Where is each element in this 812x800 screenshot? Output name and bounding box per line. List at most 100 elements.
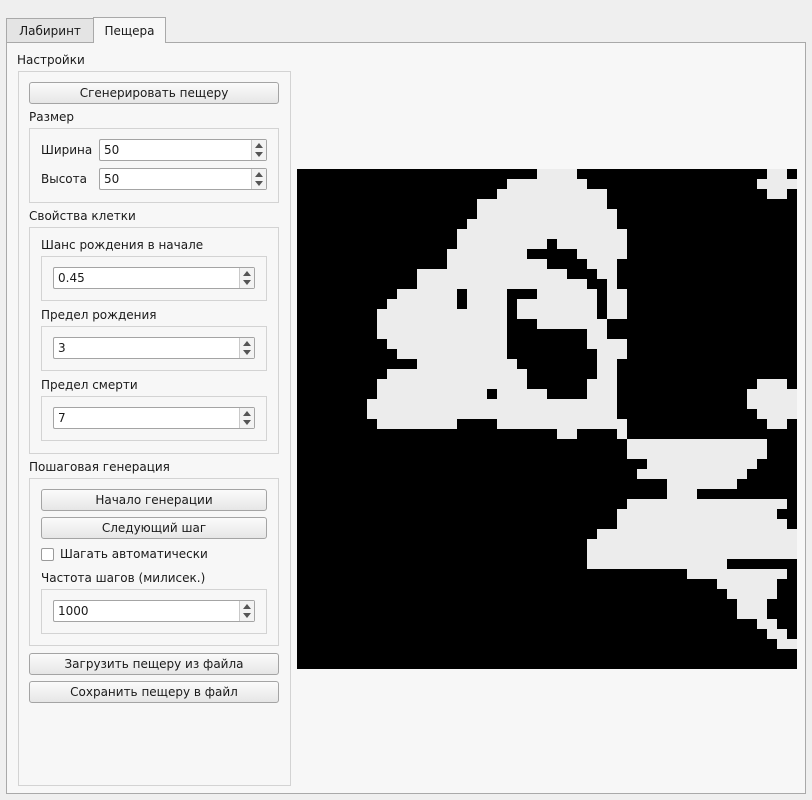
- spin-arrows[interactable]: [251, 169, 266, 189]
- spin-up-icon[interactable]: [243, 411, 251, 416]
- cave-cell: [537, 169, 547, 179]
- cave-cell: [767, 589, 777, 599]
- auto-step-label[interactable]: Шагать автоматически: [60, 547, 208, 561]
- step-frequency-spinbox[interactable]: 1000: [53, 600, 255, 622]
- cave-cell: [427, 359, 437, 369]
- cave-cell: [657, 439, 667, 449]
- cave-cell: [677, 519, 687, 529]
- cave-cell: [587, 219, 597, 229]
- spin-down-icon[interactable]: [243, 350, 251, 355]
- death-limit-spinbox[interactable]: 7: [53, 407, 255, 429]
- cave-cell: [487, 279, 497, 289]
- tab-maze[interactable]: Лабиринт: [6, 18, 94, 42]
- spin-arrows[interactable]: [239, 338, 254, 358]
- cave-cell: [597, 319, 607, 329]
- spin-up-icon[interactable]: [255, 143, 263, 148]
- cave-cell: [587, 329, 597, 339]
- spin-down-icon[interactable]: [255, 181, 263, 186]
- cave-cell: [717, 529, 727, 539]
- cave-cell: [487, 239, 497, 249]
- cave-cell: [427, 269, 437, 279]
- birth-chance-spinbox[interactable]: 0.45: [53, 267, 255, 289]
- cave-cell: [417, 419, 427, 429]
- cave-cell: [487, 219, 497, 229]
- height-spinbox[interactable]: 50: [99, 168, 267, 190]
- cave-cell: [737, 539, 747, 549]
- cave-cell: [417, 399, 427, 409]
- spin-down-icon[interactable]: [255, 152, 263, 157]
- cave-cell: [447, 319, 457, 329]
- cave-cell: [727, 469, 737, 479]
- cave-cell: [467, 369, 477, 379]
- cave-cell: [567, 219, 577, 229]
- load-cave-button[interactable]: Загрузить пещеру из файла: [29, 653, 279, 675]
- spin-down-icon[interactable]: [243, 613, 251, 618]
- cave-cell: [707, 459, 717, 469]
- cave-cell: [597, 529, 607, 539]
- generate-cave-button[interactable]: Сгенерировать пещеру: [29, 82, 279, 104]
- spin-arrows[interactable]: [239, 408, 254, 428]
- cave-cell: [587, 189, 597, 199]
- cave-cell: [697, 469, 707, 479]
- cave-cell: [757, 529, 767, 539]
- cave-cell: [497, 329, 507, 339]
- save-cave-button[interactable]: Сохранить пещеру в файл: [29, 681, 279, 703]
- spin-arrows[interactable]: [239, 601, 254, 621]
- cave-cell: [537, 239, 547, 249]
- cave-cell: [747, 529, 757, 539]
- cave-cell: [497, 239, 507, 249]
- width-spinbox[interactable]: 50: [99, 139, 267, 161]
- cave-cell: [617, 289, 627, 299]
- cave-cell: [727, 549, 737, 559]
- cave-cell: [427, 419, 437, 429]
- cave-cell: [787, 399, 797, 409]
- cave-cell: [457, 229, 467, 239]
- spin-down-icon[interactable]: [243, 280, 251, 285]
- cave-cell: [477, 259, 487, 269]
- cave-cell: [617, 509, 627, 519]
- next-step-button[interactable]: Следующий шаг: [41, 517, 267, 539]
- cave-cell: [447, 249, 457, 259]
- cave-cell: [547, 319, 557, 329]
- cave-cell: [667, 449, 677, 459]
- cave-cell: [707, 569, 717, 579]
- cave-cell: [447, 419, 457, 429]
- cave-cell: [707, 439, 717, 449]
- auto-step-checkbox[interactable]: [41, 548, 54, 561]
- cave-cell: [717, 479, 727, 489]
- cave-cell: [417, 319, 427, 329]
- cave-cell: [457, 359, 467, 369]
- cave-cell: [447, 389, 457, 399]
- cave-cell: [477, 249, 487, 259]
- cave-cell: [537, 299, 547, 309]
- cave-cell: [577, 209, 587, 219]
- spin-down-icon[interactable]: [243, 420, 251, 425]
- cave-cell: [637, 539, 647, 549]
- cave-cell: [727, 479, 737, 489]
- cave-cell: [537, 319, 547, 329]
- cave-cell: [557, 309, 567, 319]
- cave-cell: [777, 419, 787, 429]
- cave-cell: [427, 399, 437, 409]
- spin-arrows[interactable]: [239, 268, 254, 288]
- cave-cell: [417, 309, 427, 319]
- tab-cave[interactable]: Пещера: [93, 17, 166, 43]
- spin-up-icon[interactable]: [243, 341, 251, 346]
- spin-up-icon[interactable]: [243, 604, 251, 609]
- cave-cell: [757, 399, 767, 409]
- cave-cell: [557, 279, 567, 289]
- cave-cell: [617, 349, 627, 359]
- birth-limit-spinbox[interactable]: 3: [53, 337, 255, 359]
- cave-cell: [607, 289, 617, 299]
- cave-cell: [547, 289, 557, 299]
- start-generation-button[interactable]: Начало генерации: [41, 489, 267, 511]
- cave-cell: [787, 389, 797, 399]
- cave-cell: [467, 349, 477, 359]
- spin-up-icon[interactable]: [255, 172, 263, 177]
- cave-cell: [527, 179, 537, 189]
- spin-arrows[interactable]: [251, 140, 266, 160]
- cave-cell: [737, 439, 747, 449]
- spin-up-icon[interactable]: [243, 271, 251, 276]
- cave-cell: [477, 289, 487, 299]
- cave-cell: [457, 369, 467, 379]
